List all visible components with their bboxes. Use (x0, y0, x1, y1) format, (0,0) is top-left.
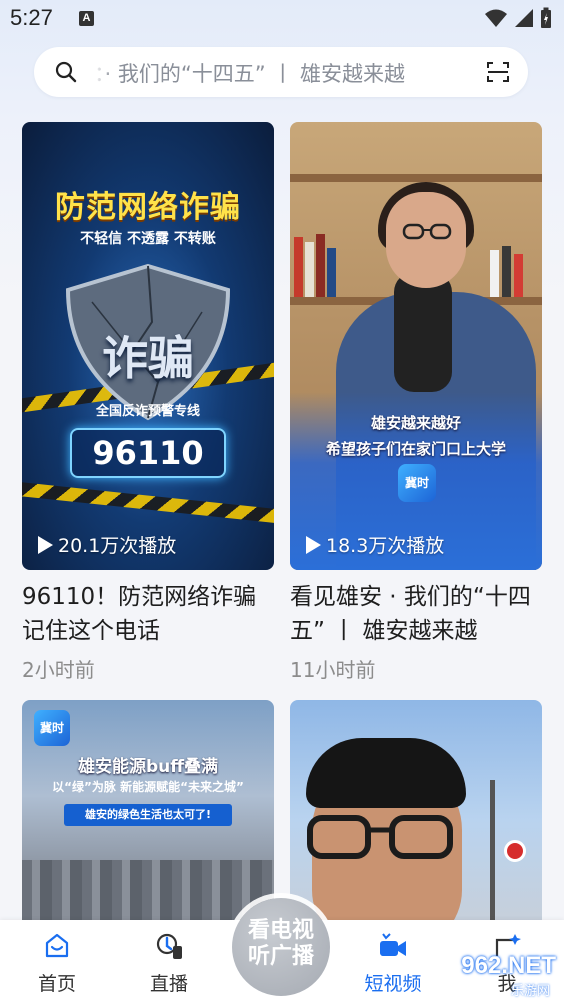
live-icon (156, 933, 182, 959)
play-count-text: 20.1万次播放 (58, 535, 177, 557)
video-thumbnail[interactable]: 防范网络诈骗 不轻信 不透露 不转账 诈骗 全国反诈预警专线 96110 20.… (22, 122, 274, 570)
signal-icon (515, 9, 533, 27)
battery-icon (541, 7, 551, 28)
overlay-subline: 不轻信 不透露 不转账 (80, 231, 216, 247)
book (294, 237, 303, 297)
video-time: 11小时前 (290, 658, 376, 682)
play-count: 20.1万次播放 (36, 531, 176, 558)
play-icon (38, 535, 53, 554)
channel-logo: 冀时 (34, 710, 70, 746)
home-icon (45, 933, 69, 958)
wifi-icon (485, 9, 507, 27)
video-thumbnail[interactable] (290, 700, 542, 940)
overlay-caption: 全国反诈预警专线 (95, 404, 200, 419)
nav-label: 首页 (37, 973, 76, 995)
video-title[interactable]: 96110！防范网络诈骗 记住这个电话 (22, 580, 274, 648)
tv-radio-button[interactable]: 看电视 听广播 (232, 898, 330, 996)
street-pole (490, 780, 495, 930)
book (305, 242, 314, 297)
nav-home[interactable]: 首页 (12, 932, 102, 996)
watermark-brand: 962.NET (461, 952, 556, 979)
center-line2: 听广播 (247, 944, 314, 969)
caution-tape (22, 480, 274, 526)
channel-logo: 冀时 (398, 464, 436, 502)
watermark-logo: 962.NET 乐游网 (424, 950, 560, 999)
book (327, 248, 336, 297)
status-icons (484, 7, 552, 29)
glasses-icon (402, 223, 452, 240)
overlay-headline: 防范网络诈骗 (55, 190, 241, 225)
overlay-headline: 雄安能源buff叠满 (77, 757, 219, 777)
video-thumbnail[interactable]: 冀时 雄安能源buff叠满 以“绿”为脉 新能源赋能“未来之城” 雄安的绿色生活… (22, 700, 274, 940)
video-card[interactable]: 防范网络诈骗 不轻信 不透露 不转账 诈骗 全国反诈预警专线 96110 20.… (22, 122, 274, 682)
play-count: 18.3万次播放 (304, 531, 444, 558)
overlay-banner: 雄安的绿色生活也太可了! (64, 804, 232, 826)
street-sign (504, 840, 526, 862)
overlay-shield-text: 诈骗 (102, 331, 194, 385)
watermark-sub: 乐游网 (510, 984, 550, 999)
video-card[interactable]: 冀时 雄安能源buff叠满 以“绿”为脉 新能源赋能“未来之城” 雄安的绿色生活… (22, 700, 274, 940)
play-icon (306, 535, 321, 554)
search-icon (55, 61, 77, 83)
video-card[interactable]: 雄安越来越好 希望孩子们在家门口上大学 冀时 18.3万次播放 看见雄安 · 我… (290, 122, 542, 682)
short-video-icon (380, 933, 406, 956)
video-thumbnail[interactable]: 雄安越来越好 希望孩子们在家门口上大学 冀时 18.3万次播放 (290, 122, 542, 570)
book (502, 246, 511, 297)
overlay-line1: 雄安越来越好 (370, 414, 461, 432)
status-bar: 5:27 A (0, 0, 564, 38)
notification-icon: A (79, 11, 94, 26)
overlay-caption: 雄安越来越好 希望孩子们在家门口上大学 (290, 410, 542, 462)
person-hair (306, 738, 466, 808)
nav-label: 直播 (149, 973, 188, 995)
overlay-line2: 希望孩子们在家门口上大学 (325, 440, 506, 458)
scan-icon[interactable] (486, 60, 510, 84)
book (316, 234, 325, 297)
overlay-subline: 以“绿”为脉 新能源赋能“未来之城” (52, 780, 244, 794)
book (514, 254, 523, 297)
search-fade (94, 55, 112, 89)
search-bar[interactable]: ：· 我们的“十四五” 丨 雄安越来越 (34, 47, 528, 97)
search-input[interactable]: ：· 我们的“十四五” 丨 雄安越来越 (94, 58, 504, 88)
overlay-number: 96110 (70, 428, 226, 478)
video-title[interactable]: 看见雄安 · 我们的“十四五” 丨 雄安越来越 (290, 580, 542, 648)
shelf (290, 174, 542, 182)
book (490, 250, 499, 297)
play-count-text: 18.3万次播放 (326, 535, 445, 557)
status-time: 5:27 (10, 5, 53, 30)
nav-live[interactable]: 直播 (124, 932, 214, 996)
video-card[interactable] (290, 700, 542, 940)
person-scarf (394, 272, 452, 392)
video-time: 2小时前 (22, 658, 95, 682)
glasses-icon (307, 815, 453, 859)
center-line1: 看电视 (247, 918, 314, 943)
